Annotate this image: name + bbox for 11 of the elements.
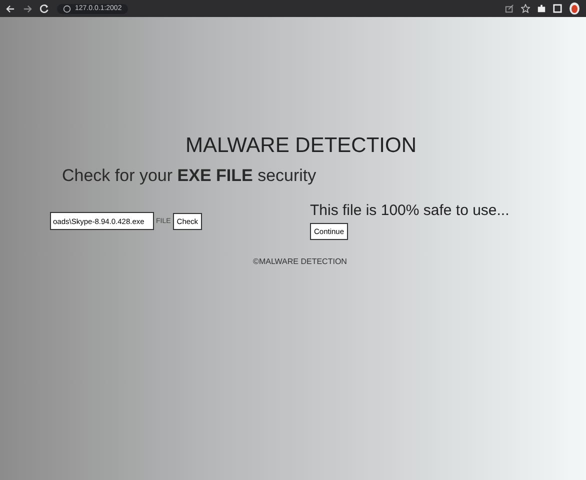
share-icon[interactable]: [505, 4, 514, 13]
result-message: This file is 100% safe to use...: [310, 202, 510, 219]
avatar-icon[interactable]: [569, 2, 580, 15]
footer-text: ©MALWARE DETECTION: [252, 257, 348, 266]
page-title: MALWARE DETECTION: [184, 134, 418, 158]
back-icon[interactable]: [6, 4, 15, 12]
page-subtitle: Check for your EXE FILE security: [62, 166, 318, 186]
sidebar-icon[interactable]: [553, 4, 562, 13]
forward-icon[interactable]: [23, 4, 32, 12]
reload-icon[interactable]: [40, 4, 49, 13]
star-icon[interactable]: [521, 4, 530, 13]
